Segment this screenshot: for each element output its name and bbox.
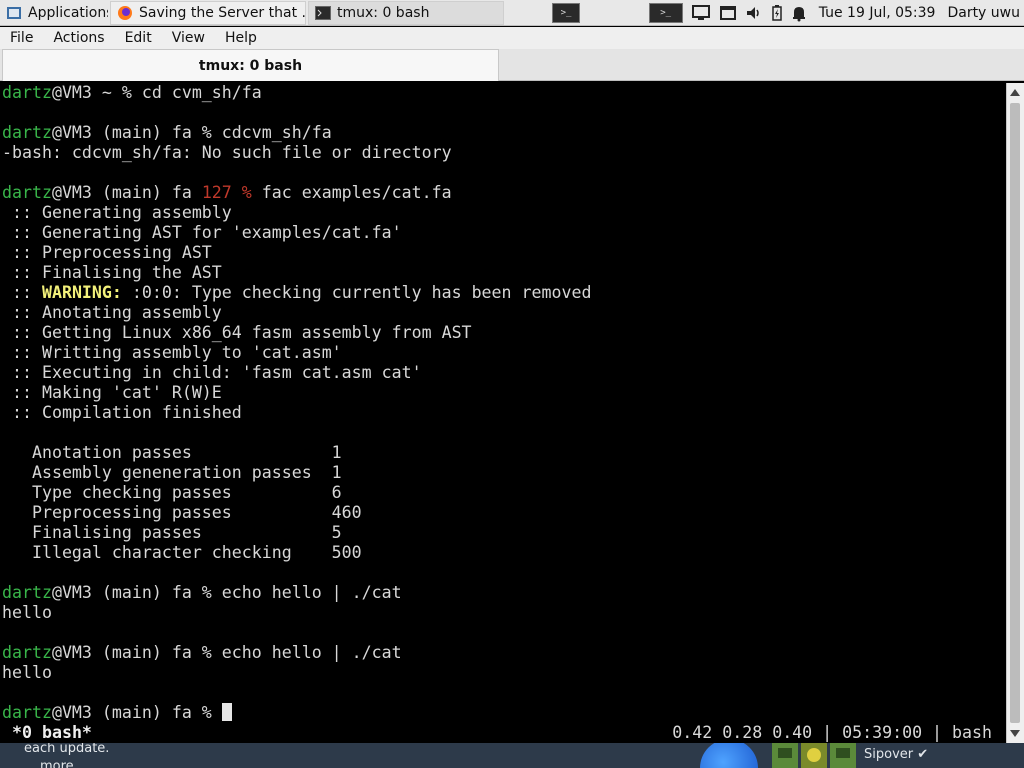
- terminal-line: :: WARNING: :0:0: Type checking currentl…: [2, 283, 1006, 303]
- applications-icon: [7, 6, 21, 19]
- terminal-line: Type checking passes 6: [2, 483, 342, 502]
- notification-bell-icon[interactable]: [791, 4, 807, 22]
- terminal-line: Preprocessing passes 460: [2, 503, 362, 522]
- globe-icon: [700, 743, 758, 768]
- terminal-scrollbar[interactable]: [1006, 83, 1024, 743]
- terminal-line: Assembly geneneration passes 1: [2, 463, 342, 482]
- tab-bar: tmux: 0 bash: [0, 49, 1024, 81]
- warning-label: WARNING:: [41, 283, 122, 302]
- menu-help[interactable]: Help: [215, 30, 267, 46]
- warning-text: :0:0: Type checking currently has been r…: [121, 283, 592, 302]
- channel-name-label: Sipover: [864, 747, 914, 762]
- terminal-prompt-line: dartz@VM3 (main) fa %: [2, 703, 1006, 723]
- menu-view[interactable]: View: [162, 30, 215, 46]
- prompt-user: dartz: [2, 183, 52, 202]
- terminal-line: dartz@VM3 (main) fa % cdcvm_sh/fa: [2, 123, 1006, 143]
- background-window-strip: each update. more Sipover ✔: [0, 743, 1024, 768]
- prompt-user: dartz: [2, 83, 52, 102]
- background-text: each update.: [24, 743, 110, 756]
- command-text: @VM3 ~ % cd cvm_sh/fa: [51, 83, 262, 102]
- terminal-line: dartz@VM3 ~ % cd cvm_sh/fa: [2, 83, 1006, 103]
- command-text: @VM3 (main) fa % echo hello | ./cat: [51, 643, 402, 662]
- more-link[interactable]: more: [40, 759, 74, 768]
- taskbar-window-terminal[interactable]: tmux: 0 bash: [308, 0, 504, 25]
- terminal-line: hello: [2, 663, 52, 682]
- top-panel: Applications Saving the Server that ... …: [0, 0, 1024, 26]
- firefox-icon: [118, 5, 132, 20]
- window-icon[interactable]: [719, 5, 737, 21]
- taskbar-window-title: Saving the Server that ...: [139, 4, 306, 21]
- scroll-up-icon[interactable]: [1010, 89, 1020, 96]
- terminal-launcher-icon[interactable]: >_: [648, 3, 683, 23]
- tab-tmux[interactable]: tmux: 0 bash: [2, 49, 499, 81]
- display-icon[interactable]: [691, 4, 711, 22]
- terminal-line: :: Anotating assembly: [2, 303, 222, 322]
- tmux-status-bar: *0 bash* 0.42 0.28 0.40 | 05:39:00 | bas…: [0, 723, 1006, 743]
- command-text: @VM3 (main) fa % echo hello | ./cat: [51, 583, 402, 602]
- tmux-status-info: 0.42 0.28 0.40 | 05:39:00 | bash: [672, 723, 992, 742]
- avatar: [801, 743, 827, 768]
- menu-actions[interactable]: Actions: [43, 30, 114, 46]
- prompt-text: @VM3 (main) fa %: [51, 703, 222, 722]
- volume-icon[interactable]: [745, 4, 763, 22]
- prompt-user: dartz: [2, 123, 52, 142]
- tmux-window-list[interactable]: *0 bash*: [12, 723, 92, 743]
- scroll-down-icon[interactable]: [1010, 730, 1020, 737]
- avatar: [772, 743, 798, 768]
- terminal-line: :: Preprocessing AST: [2, 243, 212, 262]
- prompt-user: dartz: [2, 583, 52, 602]
- terminal-line: -bash: cdcvm_sh/fa: No such file or dire…: [2, 143, 452, 162]
- text-cursor: [221, 703, 232, 721]
- terminal-line: :: Finalising the AST: [2, 263, 222, 282]
- terminal-line: :: Getting Linux x86_64 fasm assembly fr…: [2, 323, 472, 342]
- terminal-line: Anotation passes 1: [2, 443, 342, 462]
- prompt-user: dartz: [2, 703, 52, 722]
- user-menu[interactable]: Darty uwu: [947, 5, 1020, 21]
- menu-file[interactable]: File: [0, 30, 43, 46]
- menu-bar: File Actions Edit View Help: [0, 27, 1024, 49]
- prompt-text: @VM3 (main) fa: [51, 183, 202, 202]
- launch-terminal-icon[interactable]: >_: [552, 3, 580, 23]
- verified-icon: ✔: [917, 747, 929, 762]
- taskbar-window-firefox[interactable]: Saving the Server that ...: [110, 0, 306, 25]
- terminal-line: :: Writting assembly to 'cat.asm': [2, 343, 342, 362]
- exit-code: 127 %: [201, 183, 252, 202]
- terminal-line: Finalising passes 5: [2, 523, 342, 542]
- command-text: fac examples/cat.fa: [251, 183, 452, 202]
- avatar: [830, 743, 856, 768]
- terminal-line: dartz@VM3 (main) fa % echo hello | ./cat: [2, 643, 1006, 663]
- battery-icon[interactable]: [771, 4, 783, 22]
- terminal-line: dartz@VM3 (main) fa % echo hello | ./cat: [2, 583, 1006, 603]
- terminal-line: :: Generating AST for 'examples/cat.fa': [2, 223, 402, 242]
- terminal-output[interactable]: dartz@VM3 ~ % cd cvm_sh/fa dartz@VM3 (ma…: [2, 83, 1006, 743]
- terminal-line: :: Executing in child: 'fasm cat.asm cat…: [2, 363, 422, 382]
- channel-name: Sipover ✔: [864, 747, 928, 762]
- terminal-line: :: Making 'cat' R(W)E: [2, 383, 222, 402]
- prompt-user: dartz: [2, 643, 52, 662]
- terminal-line: dartz@VM3 (main) fa 127 % fac examples/c…: [2, 183, 1006, 203]
- terminal-icon: [315, 5, 331, 20]
- line-prefix: ::: [2, 283, 42, 302]
- terminal-line: :: Generating assembly: [2, 203, 232, 222]
- command-text: @VM3 (main) fa % cdcvm_sh/fa: [51, 123, 332, 142]
- applications-menu[interactable]: Applications: [0, 1, 108, 25]
- menu-edit[interactable]: Edit: [115, 30, 162, 46]
- clock[interactable]: Tue 19 Jul, 05:39: [819, 5, 936, 21]
- applications-label: Applications: [28, 4, 108, 21]
- terminal-line: :: Compilation finished: [2, 403, 242, 422]
- scroll-thumb[interactable]: [1010, 103, 1020, 723]
- taskbar-window-title: tmux: 0 bash: [337, 4, 430, 21]
- system-tray: >_ Tue 19 Jul, 05:39 Darty uwu: [648, 0, 1024, 26]
- terminal-line: Illegal character checking 500: [2, 543, 362, 562]
- terminal-line: hello: [2, 603, 52, 622]
